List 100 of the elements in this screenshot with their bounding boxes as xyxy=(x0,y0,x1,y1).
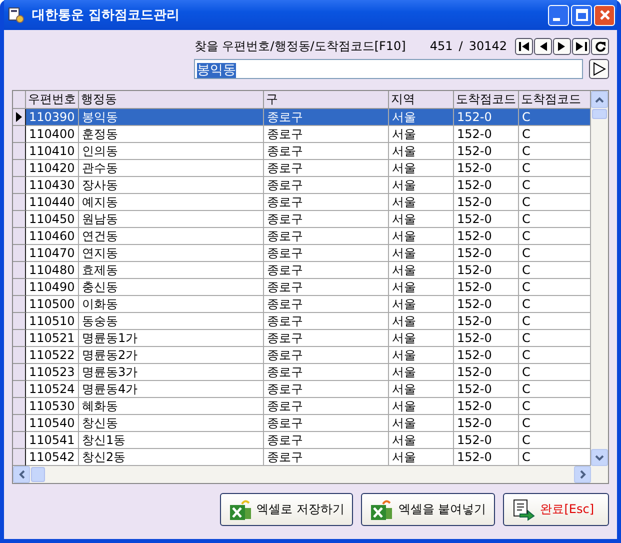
last-record-button[interactable] xyxy=(572,38,590,54)
row-indicator[interactable] xyxy=(13,398,26,415)
table-cell: 종로구 xyxy=(264,177,389,194)
table-row[interactable]: 110480 효제동 종로구 서울 152-0 C xyxy=(13,262,591,279)
spreadsheet-icon xyxy=(370,498,394,520)
table-cell: 명륜동1가 xyxy=(79,330,264,347)
row-indicator[interactable] xyxy=(13,211,26,228)
table-cell: 종로구 xyxy=(264,262,389,279)
table-cell: 종로구 xyxy=(264,211,389,228)
table-cell: 종로구 xyxy=(264,398,389,415)
row-indicator[interactable] xyxy=(13,364,26,381)
table-cell: 110521 xyxy=(26,330,79,347)
row-indicator[interactable] xyxy=(13,313,26,330)
table-row[interactable]: 110470 연지동 종로구 서울 152-0 C xyxy=(13,245,591,262)
table-row[interactable]: 110521 명륜동1가 종로구 서울 152-0 C xyxy=(13,330,591,347)
table-cell: 종로구 xyxy=(264,330,389,347)
table-cell: 152-0 xyxy=(454,211,519,228)
table-cell: 110510 xyxy=(26,313,79,330)
table-row[interactable]: 110450 원남동 종로구 서울 152-0 C xyxy=(13,211,591,228)
previous-record-button[interactable] xyxy=(534,38,552,54)
table-row[interactable]: 110530 혜화동 종로구 서울 152-0 C xyxy=(13,398,591,415)
table-cell: 서울 xyxy=(389,415,454,432)
table-cell: 서울 xyxy=(389,228,454,245)
table-cell: 서울 xyxy=(389,177,454,194)
horizontal-scrollbar[interactable] xyxy=(13,466,608,483)
table-row[interactable]: 110400 훈정동 종로구 서울 152-0 C xyxy=(13,126,591,143)
scroll-right-button[interactable] xyxy=(574,466,591,483)
close-icon xyxy=(598,9,610,21)
table-cell: C xyxy=(519,109,591,126)
table-cell: 종로구 xyxy=(264,279,389,296)
row-indicator[interactable] xyxy=(13,296,26,313)
action-button[interactable]: 엑셀로 저장하기 xyxy=(220,493,354,526)
table-cell: 혜화동 xyxy=(79,398,264,415)
row-indicator[interactable] xyxy=(13,143,26,160)
refresh-button[interactable] xyxy=(591,38,609,54)
first-record-button[interactable] xyxy=(515,38,533,54)
row-indicator[interactable] xyxy=(13,245,26,262)
scroll-down-button[interactable] xyxy=(591,449,608,466)
table-cell: 110541 xyxy=(26,432,79,449)
row-indicator[interactable] xyxy=(13,160,26,177)
table-cell: 충신동 xyxy=(79,279,264,296)
table-row[interactable]: 110390 봉익동 종로구 서울 152-0 C xyxy=(13,109,591,126)
row-indicator[interactable] xyxy=(13,194,26,211)
scroll-left-button[interactable] xyxy=(13,466,30,483)
scroll-thumb[interactable] xyxy=(592,109,607,119)
table-cell: 창신1동 xyxy=(79,432,264,449)
column-header[interactable]: 도착점코드 xyxy=(454,91,519,108)
table-row[interactable]: 110510 동숭동 종로구 서울 152-0 C xyxy=(13,313,591,330)
row-indicator[interactable] xyxy=(13,449,26,466)
table-row[interactable]: 110430 장사동 종로구 서울 152-0 C xyxy=(13,177,591,194)
table-cell: 종로구 xyxy=(264,415,389,432)
table-row[interactable]: 110541 창신1동 종로구 서울 152-0 C xyxy=(13,432,591,449)
first-icon xyxy=(518,42,530,50)
vertical-scrollbar[interactable] xyxy=(591,91,608,466)
minimize-button[interactable] xyxy=(548,4,569,26)
table-cell: 152-0 xyxy=(454,330,519,347)
row-indicator[interactable] xyxy=(13,228,26,245)
table-cell: 인의동 xyxy=(79,143,264,160)
row-indicator[interactable] xyxy=(13,109,26,126)
table-cell: 관수동 xyxy=(79,160,264,177)
row-indicator[interactable] xyxy=(13,330,26,347)
refresh-icon xyxy=(594,40,606,52)
column-header[interactable]: 구 xyxy=(264,91,389,108)
row-indicator[interactable] xyxy=(13,279,26,296)
scroll-up-button[interactable] xyxy=(591,91,608,108)
table-row[interactable]: 110440 예지동 종로구 서울 152-0 C xyxy=(13,194,591,211)
row-indicator[interactable] xyxy=(13,177,26,194)
table-row[interactable]: 110523 명륜동3가 종로구 서울 152-0 C xyxy=(13,364,591,381)
table-cell: 종로구 xyxy=(264,296,389,313)
next-icon xyxy=(558,42,566,50)
table-row[interactable]: 110522 명륜동2가 종로구 서울 152-0 C xyxy=(13,347,591,364)
row-indicator[interactable] xyxy=(13,262,26,279)
close-button[interactable] xyxy=(594,4,615,26)
maximize-button[interactable] xyxy=(571,4,592,26)
table-row[interactable]: 110410 인의동 종로구 서울 152-0 C xyxy=(13,143,591,160)
row-indicator[interactable] xyxy=(13,415,26,432)
table-cell: 동숭동 xyxy=(79,313,264,330)
search-field[interactable]: 봉익동 xyxy=(194,59,583,79)
table-cell: 종로구 xyxy=(264,194,389,211)
table-row[interactable]: 110420 관수동 종로구 서울 152-0 C xyxy=(13,160,591,177)
table-row[interactable]: 110540 창신동 종로구 서울 152-0 C xyxy=(13,415,591,432)
column-header[interactable]: 우편번호 xyxy=(26,91,79,108)
table-row[interactable]: 110500 이화동 종로구 서울 152-0 C xyxy=(13,296,591,313)
row-indicator[interactable] xyxy=(13,126,26,143)
table-cell: 152-0 xyxy=(454,296,519,313)
action-button[interactable]: 엑셀을 붙여넣기 xyxy=(361,493,496,526)
row-indicator[interactable] xyxy=(13,432,26,449)
search-go-button[interactable] xyxy=(589,59,609,79)
column-header[interactable]: 지역 xyxy=(389,91,454,108)
table-cell: 152-0 xyxy=(454,381,519,398)
table-row[interactable]: 110490 충신동 종로구 서울 152-0 C xyxy=(13,279,591,296)
row-indicator[interactable] xyxy=(13,381,26,398)
action-button[interactable]: 완료[Esc] xyxy=(503,493,609,526)
table-cell: 서울 xyxy=(389,347,454,364)
row-indicator[interactable] xyxy=(13,347,26,364)
horizontal-scroll-thumb[interactable] xyxy=(31,467,45,482)
table-row[interactable]: 110524 명륜동4가 종로구 서울 152-0 C xyxy=(13,381,591,398)
next-record-button[interactable] xyxy=(553,38,571,54)
table-row[interactable]: 110460 연건동 종로구 서울 152-0 C xyxy=(13,228,591,245)
column-header[interactable]: 행정동 xyxy=(79,91,264,108)
